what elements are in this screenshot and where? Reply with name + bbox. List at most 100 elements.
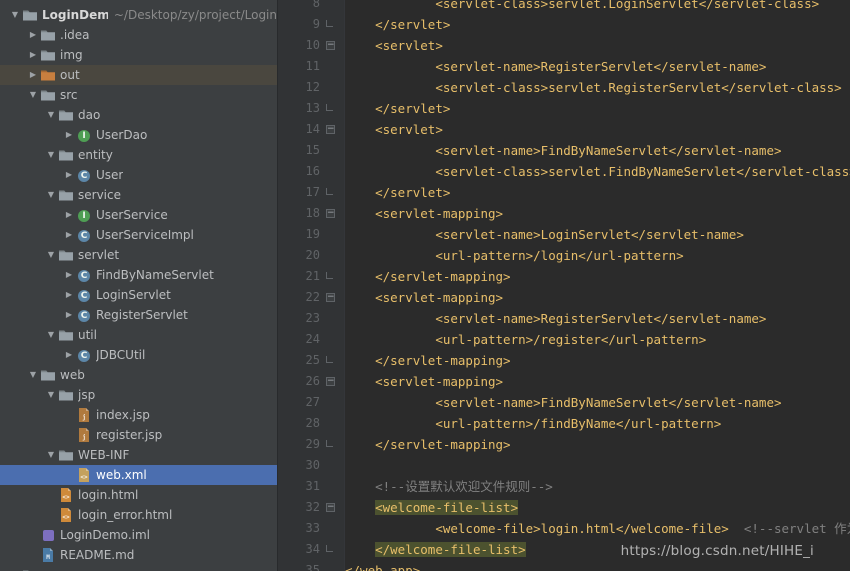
tree-item-userserviceimpl[interactable]: ▶CUserServiceImpl xyxy=(0,225,277,245)
line-number[interactable]: 27 xyxy=(278,392,320,413)
chevron-down-icon[interactable]: ▼ xyxy=(44,185,58,205)
tree-item-partial[interactable]: ▶ xyxy=(0,565,277,571)
line-number[interactable]: 30 xyxy=(278,455,320,476)
chevron-right-icon[interactable]: ▶ xyxy=(26,65,40,85)
editor[interactable]: 8910111213141516171819202122232425262728… xyxy=(278,0,850,571)
editor-gutter[interactable]: 8910111213141516171819202122232425262728… xyxy=(278,0,345,571)
line-number[interactable]: 14 xyxy=(278,119,320,140)
chevron-right-icon[interactable]: ▶ xyxy=(62,125,76,145)
chevron-right-icon[interactable]: ▶ xyxy=(62,165,76,185)
line-number[interactable]: 17 xyxy=(278,182,320,203)
tree-item-jdbcutil[interactable]: ▶CJDBCUtil xyxy=(0,345,277,365)
code-line-26[interactable]: <servlet-mapping> xyxy=(345,371,850,392)
fold-collapse-icon[interactable]: − xyxy=(326,503,335,512)
line-number[interactable]: 10 xyxy=(278,35,320,56)
tree-item-.idea[interactable]: ▶.idea xyxy=(0,25,277,45)
fold-collapse-icon[interactable]: − xyxy=(326,377,335,386)
code-line-30[interactable] xyxy=(345,455,850,476)
line-number[interactable]: 35 xyxy=(278,560,320,571)
line-numbers[interactable]: 8910111213141516171819202122232425262728… xyxy=(278,0,320,571)
tree-item-web.xml[interactable]: <>web.xml xyxy=(0,465,277,485)
tree-item-web[interactable]: ▼web xyxy=(0,365,277,385)
code-line-19[interactable]: <servlet-name>LoginServlet</servlet-name… xyxy=(345,224,850,245)
tree-item-entity[interactable]: ▼entity xyxy=(0,145,277,165)
line-number[interactable]: 20 xyxy=(278,245,320,266)
line-number[interactable]: 12 xyxy=(278,77,320,98)
project-tree[interactable]: ▼LoginDemo~/Desktop/zy/project/Login▶.id… xyxy=(0,0,277,571)
chevron-right-icon[interactable]: ▶ xyxy=(62,345,76,365)
fold-end-icon[interactable] xyxy=(326,272,333,279)
code-line-20[interactable]: <url-pattern>/login</url-pattern> xyxy=(345,245,850,266)
tree-item-register.jsp[interactable]: jregister.jsp xyxy=(0,425,277,445)
fold-end-icon[interactable] xyxy=(326,188,333,195)
chevron-right-icon[interactable]: ▶ xyxy=(62,285,76,305)
tree-item-userservice[interactable]: ▶IUserService xyxy=(0,205,277,225)
code-line-35[interactable]: </web-app> xyxy=(345,560,850,571)
code-line-21[interactable]: </servlet-mapping> xyxy=(345,266,850,287)
code-line-32[interactable]: <welcome-file-list> xyxy=(345,497,850,518)
line-number[interactable]: 16 xyxy=(278,161,320,182)
line-number[interactable]: 33 xyxy=(278,518,320,539)
code-line-8[interactable]: <servlet-class>servlet.LoginServlet</ser… xyxy=(345,0,850,14)
code-line-12[interactable]: <servlet-class>servlet.RegisterServlet</… xyxy=(345,77,850,98)
tree-item-src[interactable]: ▼src xyxy=(0,85,277,105)
tree-item-login_error.html[interactable]: <>login_error.html xyxy=(0,505,277,525)
fold-collapse-icon[interactable]: − xyxy=(326,125,335,134)
line-number[interactable]: 19 xyxy=(278,224,320,245)
tree-item-readme.md[interactable]: MREADME.md xyxy=(0,545,277,565)
code-line-29[interactable]: </servlet-mapping> xyxy=(345,434,850,455)
code-line-27[interactable]: <servlet-name>FindByNameServlet</servlet… xyxy=(345,392,850,413)
code-area[interactable]: <servlet-class>servlet.LoginServlet</ser… xyxy=(345,0,850,571)
chevron-right-icon[interactable]: ▶ xyxy=(26,45,40,65)
line-number[interactable]: 9 xyxy=(278,14,320,35)
fold-collapse-icon[interactable]: − xyxy=(326,293,335,302)
chevron-down-icon[interactable]: ▼ xyxy=(44,105,58,125)
code-line-9[interactable]: </servlet> xyxy=(345,14,850,35)
fold-end-icon[interactable] xyxy=(326,545,333,552)
chevron-down-icon[interactable]: ▼ xyxy=(44,245,58,265)
code-line-28[interactable]: <url-pattern>/findByName</url-pattern> xyxy=(345,413,850,434)
tree-item-loginservlet[interactable]: ▶CLoginServlet xyxy=(0,285,277,305)
code-line-14[interactable]: <servlet> xyxy=(345,119,850,140)
chevron-down-icon[interactable]: ▼ xyxy=(26,85,40,105)
code-line-31[interactable]: <!--设置默认欢迎文件规则--> xyxy=(345,476,850,497)
tree-item-jsp[interactable]: ▼jsp xyxy=(0,385,277,405)
tree-item-util[interactable]: ▼util xyxy=(0,325,277,345)
code-line-11[interactable]: <servlet-name>RegisterServlet</servlet-n… xyxy=(345,56,850,77)
tree-item-findbynameservlet[interactable]: ▶CFindByNameServlet xyxy=(0,265,277,285)
line-number[interactable]: 29 xyxy=(278,434,320,455)
fold-end-icon[interactable] xyxy=(326,20,333,27)
tree-item-userdao[interactable]: ▶IUserDao xyxy=(0,125,277,145)
fold-collapse-icon[interactable]: − xyxy=(326,209,335,218)
line-number[interactable]: 23 xyxy=(278,308,320,329)
tree-item-service[interactable]: ▼service xyxy=(0,185,277,205)
chevron-right-icon[interactable]: ▶ xyxy=(62,305,76,325)
code-line-24[interactable]: <url-pattern>/register</url-pattern> xyxy=(345,329,850,350)
chevron-right-icon[interactable]: ▶ xyxy=(62,225,76,245)
fold-collapse-icon[interactable]: − xyxy=(326,41,335,50)
tree-item-logindemo.iml[interactable]: LoginDemo.iml xyxy=(0,525,277,545)
line-number[interactable]: 18 xyxy=(278,203,320,224)
tree-item-user[interactable]: ▶CUser xyxy=(0,165,277,185)
chevron-down-icon[interactable]: ▼ xyxy=(44,385,58,405)
code-line-18[interactable]: <servlet-mapping> xyxy=(345,203,850,224)
chevron-right-icon[interactable]: ▶ xyxy=(62,205,76,225)
tree-item-registerservlet[interactable]: ▶CRegisterServlet xyxy=(0,305,277,325)
fold-end-icon[interactable] xyxy=(326,104,333,111)
tree-item-out[interactable]: ▶out xyxy=(0,65,277,85)
code-line-17[interactable]: </servlet> xyxy=(345,182,850,203)
line-number[interactable]: 32 xyxy=(278,497,320,518)
line-number[interactable]: 28 xyxy=(278,413,320,434)
tree-item-servlet[interactable]: ▼servlet xyxy=(0,245,277,265)
code-line-16[interactable]: <servlet-class>servlet.FindByNameServlet… xyxy=(345,161,850,182)
tree-item-login.html[interactable]: <>login.html xyxy=(0,485,277,505)
fold-end-icon[interactable] xyxy=(326,356,333,363)
fold-end-icon[interactable] xyxy=(326,440,333,447)
chevron-down-icon[interactable]: ▼ xyxy=(26,365,40,385)
tree-item-index.jsp[interactable]: jindex.jsp xyxy=(0,405,277,425)
line-number[interactable]: 31 xyxy=(278,476,320,497)
code-line-23[interactable]: <servlet-name>RegisterServlet</servlet-n… xyxy=(345,308,850,329)
chevron-right-icon[interactable]: ▶ xyxy=(8,565,22,571)
line-number[interactable]: 8 xyxy=(278,0,320,14)
code-line-10[interactable]: <servlet> xyxy=(345,35,850,56)
